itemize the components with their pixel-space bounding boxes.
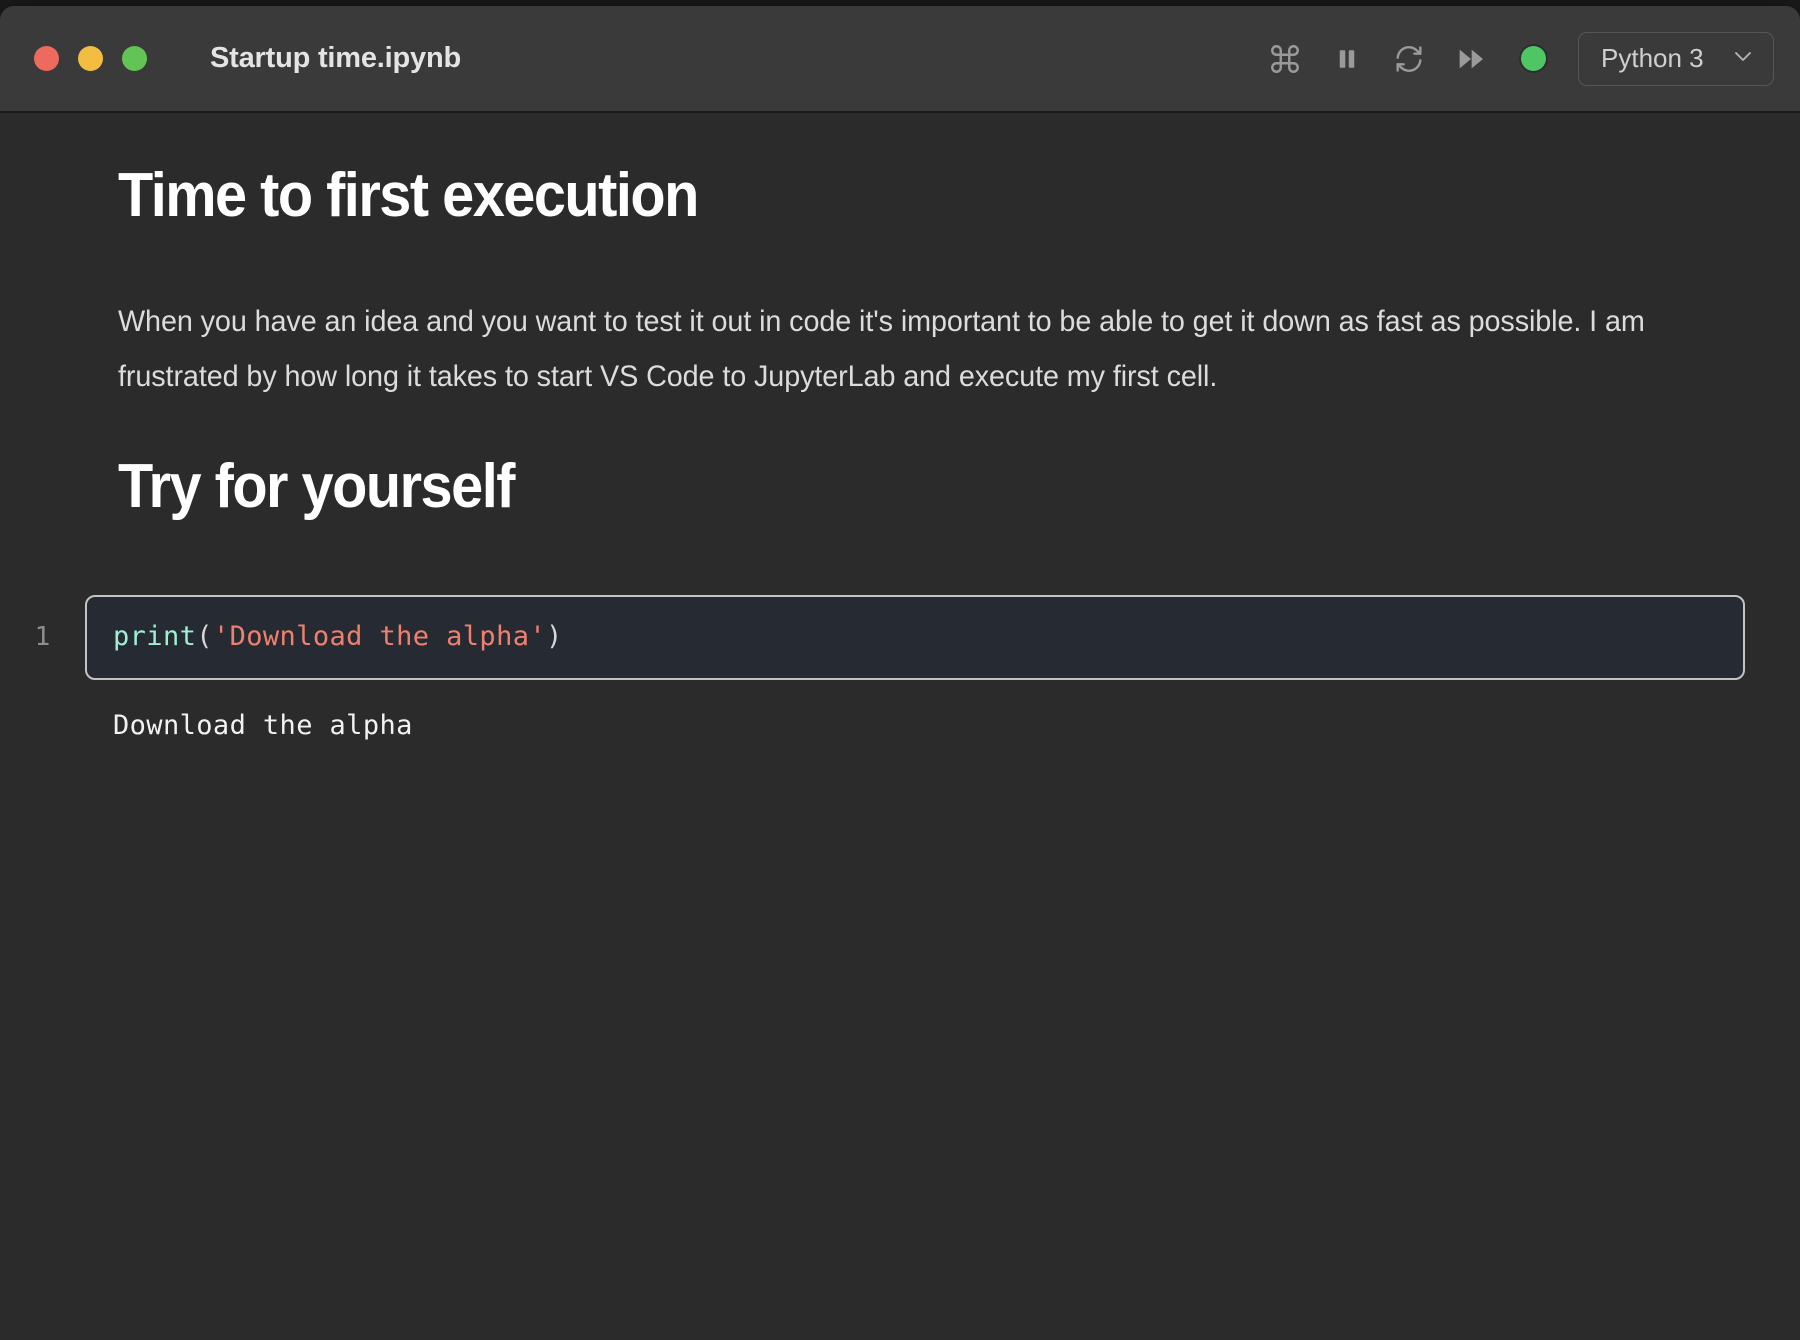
code-token-open-paren: (	[196, 621, 213, 653]
refresh-icon	[1393, 43, 1425, 75]
restart-and-run-all-button[interactable]	[1440, 28, 1502, 90]
markdown-paragraph: When you have an idea and you want to te…	[118, 304, 1645, 393]
code-token-function: print	[113, 621, 197, 653]
code-token-close-paren: )	[546, 621, 563, 653]
notebook-body: Time to first execution When you have an…	[0, 113, 1800, 1338]
notebook-toolbar: Python 3	[1254, 6, 1774, 111]
window-titlebar: Startup time.ipynb Python 3	[0, 6, 1800, 113]
kernel-idle-dot-icon	[1520, 46, 1546, 71]
code-cell-stdout-text: Download the alpha	[113, 709, 413, 741]
maximize-window-button[interactable]	[122, 46, 147, 71]
kernel-status-indicator	[1502, 28, 1564, 90]
markdown-heading-time-to-first-execution: Time to first execution	[118, 161, 699, 230]
command-palette-button[interactable]	[1254, 28, 1316, 90]
minimize-window-button[interactable]	[78, 46, 103, 71]
window-title: Startup time.ipynb	[210, 42, 461, 74]
kernel-name-label: Python 3	[1601, 43, 1704, 73]
kernel-selector[interactable]: Python 3	[1578, 31, 1774, 86]
code-cell-output-area: Download the alpha	[0, 680, 1800, 744]
close-window-button[interactable]	[34, 46, 59, 71]
fast-forward-icon	[1455, 43, 1487, 75]
markdown-heading-try-for-yourself: Try for yourself	[118, 451, 515, 521]
chevron-down-icon	[1731, 44, 1755, 73]
notebook-content: Time to first execution When you have an…	[0, 113, 1800, 595]
command-icon	[1268, 42, 1302, 76]
traffic-lights	[34, 46, 147, 71]
restart-kernel-button[interactable]	[1378, 28, 1440, 90]
interrupt-kernel-button[interactable]	[1316, 28, 1378, 90]
code-cell-row: 1 print('Download the alpha')	[0, 594, 1800, 680]
code-cell-source-line: print('Download the alpha')	[113, 619, 563, 655]
notebook-window: Startup time.ipynb Python 3 Time to firs…	[0, 6, 1800, 1340]
pause-icon	[1332, 44, 1362, 74]
code-token-string: 'Download the alpha'	[212, 621, 547, 653]
code-cell-prompt-number: 1	[34, 621, 51, 652]
code-cell-editor[interactable]: print('Download the alpha')	[85, 594, 1745, 680]
